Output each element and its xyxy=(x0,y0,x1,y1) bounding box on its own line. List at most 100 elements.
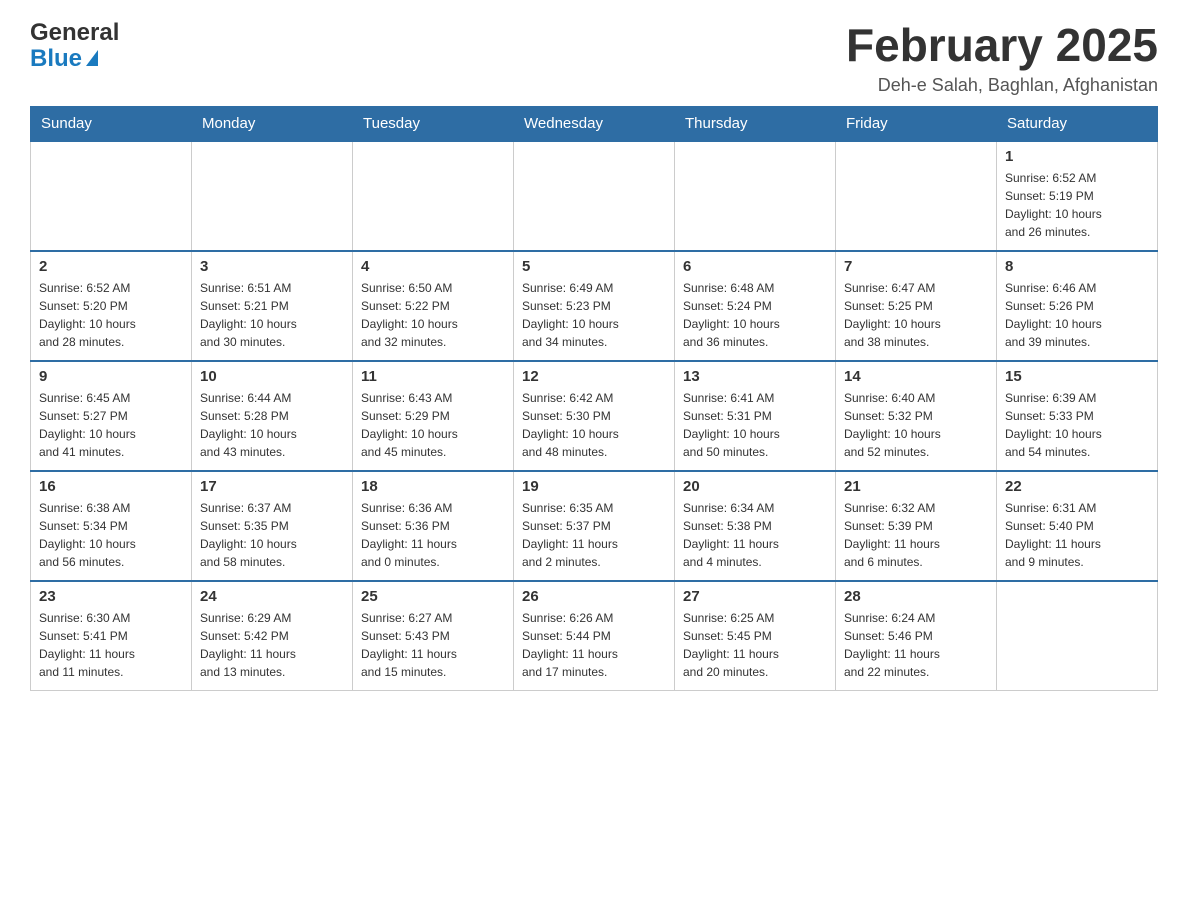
table-row: 6Sunrise: 6:48 AM Sunset: 5:24 PM Daylig… xyxy=(675,251,836,361)
day-number: 12 xyxy=(522,368,666,385)
table-row: 28Sunrise: 6:24 AM Sunset: 5:46 PM Dayli… xyxy=(836,581,997,691)
day-info: Sunrise: 6:38 AM Sunset: 5:34 PM Dayligh… xyxy=(39,499,183,571)
logo: General Blue xyxy=(30,20,119,73)
day-info: Sunrise: 6:52 AM Sunset: 5:20 PM Dayligh… xyxy=(39,279,183,351)
table-row xyxy=(514,141,675,251)
header-sunday: Sunday xyxy=(31,106,192,141)
day-number: 18 xyxy=(361,478,505,495)
week-row-4: 23 Sunrise: 6:30 AM Sunset: 5:41 PM Dayli… xyxy=(31,581,1158,691)
table-row: 17 Sunrise: 6:37 AM Sunset: 5:35 PM Dayli… xyxy=(192,471,353,581)
day-info: Sunrise: 6:49 AM Sunset: 5:23 PM Dayligh… xyxy=(522,279,666,351)
day-number: 28 xyxy=(844,588,988,605)
header-saturday: Saturday xyxy=(997,106,1158,141)
day-number: 4 xyxy=(361,258,505,275)
day-info: Sunrise: 6:46 AM Sunset: 5:26 PM Dayligh… xyxy=(1005,279,1149,351)
day-number: 7 xyxy=(844,258,988,275)
logo-blue: Blue xyxy=(30,46,119,72)
day-info: Sunrise: 6:47 AM Sunset: 5:25 PM Dayligh… xyxy=(844,279,988,351)
day-info: Sunrise: 6:35 AM Sunset: 5:37 PM Dayligh… xyxy=(522,499,666,571)
day-info: Sunrise: 6:26 AM Sunset: 5:44 PM Dayligh… xyxy=(522,609,666,681)
day-number: 3 xyxy=(200,258,344,275)
table-row: 8 Sunrise: 6:46 AM Sunset: 5:26 PM Daylig… xyxy=(997,251,1158,361)
table-row: 19 Sunrise: 6:35 AM Sunset: 5:37 PM Dayli… xyxy=(514,471,675,581)
table-row: 26 Sunrise: 6:26 AM Sunset: 5:44 PM Dayli… xyxy=(514,581,675,691)
day-number: 20 xyxy=(683,478,827,495)
day-number: 25 xyxy=(361,588,505,605)
day-number: 17 xyxy=(200,478,344,495)
table-row xyxy=(675,141,836,251)
day-number: 8 xyxy=(1005,258,1149,275)
header-thursday: Thursday xyxy=(675,106,836,141)
day-info: Sunrise: 6:41 AM Sunset: 5:31 PM Dayligh… xyxy=(683,389,827,461)
table-row xyxy=(31,141,192,251)
table-row: 9 Sunrise: 6:45 AM Sunset: 5:27 PM Daylig… xyxy=(31,361,192,471)
day-number: 19 xyxy=(522,478,666,495)
table-row xyxy=(353,141,514,251)
day-info: Sunrise: 6:44 AM Sunset: 5:28 PM Dayligh… xyxy=(200,389,344,461)
table-row: 4 Sunrise: 6:50 AM Sunset: 5:22 PM Daylig… xyxy=(353,251,514,361)
calendar-title: February 2025 xyxy=(846,20,1158,71)
calendar-subtitle: Deh-e Salah, Baghlan, Afghanistan xyxy=(846,75,1158,96)
day-info: Sunrise: 6:27 AM Sunset: 5:43 PM Dayligh… xyxy=(361,609,505,681)
table-row: 16 Sunrise: 6:38 AM Sunset: 5:34 PM Dayli… xyxy=(31,471,192,581)
table-row: 10 Sunrise: 6:44 AM Sunset: 5:28 PM Dayli… xyxy=(192,361,353,471)
day-number: 22 xyxy=(1005,478,1149,495)
header-friday: Friday xyxy=(836,106,997,141)
day-number: 26 xyxy=(522,588,666,605)
logo-triangle-icon xyxy=(86,50,98,66)
table-row: 20 Sunrise: 6:34 AM Sunset: 5:38 PM Dayli… xyxy=(675,471,836,581)
day-info: Sunrise: 6:42 AM Sunset: 5:30 PM Dayligh… xyxy=(522,389,666,461)
table-row: 18 Sunrise: 6:36 AM Sunset: 5:36 PM Dayli… xyxy=(353,471,514,581)
table-row: 5 Sunrise: 6:49 AM Sunset: 5:23 PM Daylig… xyxy=(514,251,675,361)
table-row: 22 Sunrise: 6:31 AM Sunset: 5:40 PM Dayli… xyxy=(997,471,1158,581)
table-row: 11Sunrise: 6:43 AM Sunset: 5:29 PM Dayli… xyxy=(353,361,514,471)
day-number: 5 xyxy=(522,258,666,275)
title-block: February 2025 Deh-e Salah, Baghlan, Afgh… xyxy=(846,20,1158,96)
day-number: 16 xyxy=(39,478,183,495)
table-row: 1 Sunrise: 6:52 AM Sunset: 5:19 PM Daylig… xyxy=(997,141,1158,251)
header-tuesday: Tuesday xyxy=(353,106,514,141)
day-info: Sunrise: 6:50 AM Sunset: 5:22 PM Dayligh… xyxy=(361,279,505,351)
table-row: 23 Sunrise: 6:30 AM Sunset: 5:41 PM Dayli… xyxy=(31,581,192,691)
day-number: 10 xyxy=(200,368,344,385)
day-info: Sunrise: 6:25 AM Sunset: 5:45 PM Dayligh… xyxy=(683,609,827,681)
day-info: Sunrise: 6:32 AM Sunset: 5:39 PM Dayligh… xyxy=(844,499,988,571)
logo-general: General xyxy=(30,20,119,46)
day-number: 9 xyxy=(39,368,183,385)
table-row xyxy=(997,581,1158,691)
day-number: 23 xyxy=(39,588,183,605)
day-number: 11 xyxy=(361,368,505,385)
day-info: Sunrise: 6:31 AM Sunset: 5:40 PM Dayligh… xyxy=(1005,499,1149,571)
header-monday: Monday xyxy=(192,106,353,141)
week-row-3: 16 Sunrise: 6:38 AM Sunset: 5:34 PM Dayli… xyxy=(31,471,1158,581)
day-number: 2 xyxy=(39,258,183,275)
table-row: 25 Sunrise: 6:27 AM Sunset: 5:43 PM Dayli… xyxy=(353,581,514,691)
day-info: Sunrise: 6:52 AM Sunset: 5:19 PM Dayligh… xyxy=(1005,169,1149,241)
day-info: Sunrise: 6:29 AM Sunset: 5:42 PM Dayligh… xyxy=(200,609,344,681)
week-row-2: 9 Sunrise: 6:45 AM Sunset: 5:27 PM Daylig… xyxy=(31,361,1158,471)
calendar-table: Sunday Monday Tuesday Wednesday Thursday… xyxy=(30,106,1158,692)
table-row: 13 Sunrise: 6:41 AM Sunset: 5:31 PM Dayli… xyxy=(675,361,836,471)
table-row: 21Sunrise: 6:32 AM Sunset: 5:39 PM Dayli… xyxy=(836,471,997,581)
day-number: 24 xyxy=(200,588,344,605)
week-row-1: 2 Sunrise: 6:52 AM Sunset: 5:20 PM Daylig… xyxy=(31,251,1158,361)
table-row: 2 Sunrise: 6:52 AM Sunset: 5:20 PM Daylig… xyxy=(31,251,192,361)
day-info: Sunrise: 6:30 AM Sunset: 5:41 PM Dayligh… xyxy=(39,609,183,681)
table-row xyxy=(192,141,353,251)
day-number: 6 xyxy=(683,258,827,275)
day-info: Sunrise: 6:37 AM Sunset: 5:35 PM Dayligh… xyxy=(200,499,344,571)
table-row: 14Sunrise: 6:40 AM Sunset: 5:32 PM Dayli… xyxy=(836,361,997,471)
weekday-header-row: Sunday Monday Tuesday Wednesday Thursday… xyxy=(31,106,1158,141)
table-row: 7 Sunrise: 6:47 AM Sunset: 5:25 PM Daylig… xyxy=(836,251,997,361)
day-number: 1 xyxy=(1005,148,1149,165)
header-wednesday: Wednesday xyxy=(514,106,675,141)
day-number: 14 xyxy=(844,368,988,385)
day-info: Sunrise: 6:34 AM Sunset: 5:38 PM Dayligh… xyxy=(683,499,827,571)
table-row: 3Sunrise: 6:51 AM Sunset: 5:21 PM Daylig… xyxy=(192,251,353,361)
day-info: Sunrise: 6:45 AM Sunset: 5:27 PM Dayligh… xyxy=(39,389,183,461)
day-number: 15 xyxy=(1005,368,1149,385)
table-row: 12 Sunrise: 6:42 AM Sunset: 5:30 PM Dayli… xyxy=(514,361,675,471)
table-row: 27Sunrise: 6:25 AM Sunset: 5:45 PM Dayli… xyxy=(675,581,836,691)
day-number: 13 xyxy=(683,368,827,385)
day-info: Sunrise: 6:36 AM Sunset: 5:36 PM Dayligh… xyxy=(361,499,505,571)
